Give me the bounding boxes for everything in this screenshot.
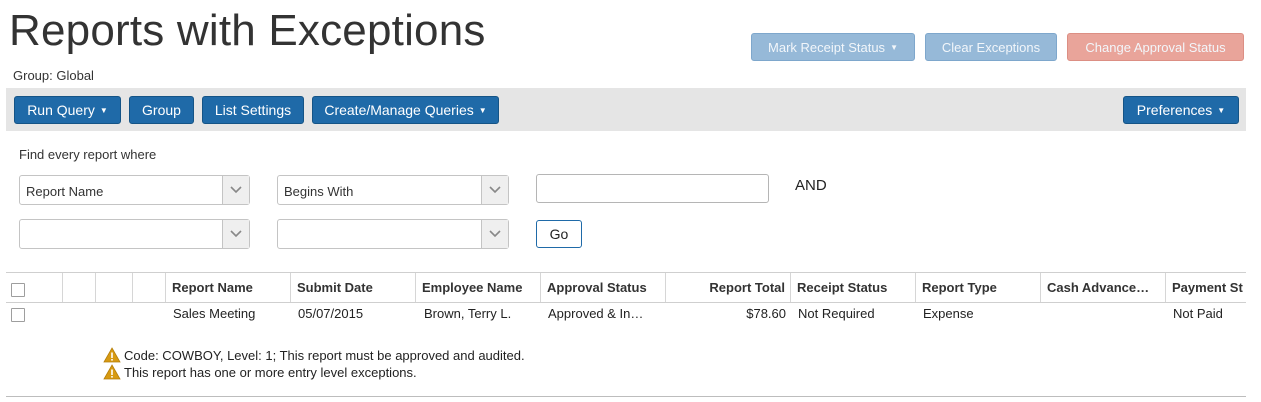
group-button-label: Group [142, 102, 181, 118]
caret-down-icon: ▼ [1217, 105, 1226, 115]
run-query-label: Run Query [27, 102, 95, 118]
change-approval-status-label: Change Approval Status [1085, 39, 1226, 55]
page-title: Reports with Exceptions [9, 6, 486, 55]
exception-item: This report has one or more entry level … [103, 364, 417, 380]
operator-select-2[interactable] [277, 219, 509, 249]
chevron-down-icon [481, 176, 508, 204]
column-divider [915, 273, 916, 302]
column-header-cash-advance[interactable]: Cash Advance… [1047, 280, 1149, 295]
chevron-down-icon [481, 220, 508, 248]
table-top-border [6, 272, 1246, 273]
exception-item: Code: COWBOY, Level: 1; This report must… [103, 347, 525, 363]
column-header-submit-date[interactable]: Submit Date [297, 280, 373, 295]
row-checkbox[interactable] [11, 308, 25, 322]
column-header-report-type[interactable]: Report Type [922, 280, 997, 295]
clear-exceptions-button[interactable]: Clear Exceptions [925, 33, 1057, 61]
preferences-button[interactable]: Preferences ▼ [1123, 96, 1239, 124]
column-divider [62, 273, 63, 302]
change-approval-status-button[interactable]: Change Approval Status [1067, 33, 1244, 61]
column-header-receipt-status[interactable]: Receipt Status [797, 280, 887, 295]
caret-down-icon: ▼ [99, 105, 108, 115]
toolbar: Run Query ▼ Group List Settings Create/M… [6, 88, 1246, 131]
column-header-approval-status[interactable]: Approval Status [547, 280, 647, 295]
column-divider [415, 273, 416, 302]
go-button[interactable]: Go [536, 220, 582, 248]
field-select-1[interactable]: Report Name [19, 175, 250, 205]
table-header-border [6, 302, 1246, 303]
exception-text: Code: COWBOY, Level: 1; This report must… [124, 347, 525, 363]
exception-text: This report has one or more entry level … [124, 364, 417, 380]
warning-triangle-icon [103, 364, 121, 380]
column-divider [132, 273, 133, 302]
table-bottom-border [6, 396, 1246, 397]
run-query-button[interactable]: Run Query ▼ [14, 96, 121, 124]
value-input-1[interactable] [536, 174, 769, 203]
cell-report-total: $78.60 [746, 306, 786, 321]
group-button[interactable]: Group [129, 96, 194, 124]
column-header-report-total[interactable]: Report Total [665, 280, 785, 295]
chevron-down-icon [222, 220, 249, 248]
preferences-label: Preferences [1136, 102, 1213, 118]
list-settings-button[interactable]: List Settings [202, 96, 304, 124]
warning-triangle-icon [103, 347, 121, 363]
field-select-1-value: Report Name [26, 184, 104, 199]
operator-select-1[interactable]: Begins With [277, 175, 509, 205]
column-header-employee-name[interactable]: Employee Name [422, 280, 522, 295]
list-settings-label: List Settings [214, 102, 292, 118]
cell-employee-name: Brown, Terry L. [424, 306, 512, 321]
column-divider [540, 273, 541, 302]
column-divider [165, 273, 166, 302]
column-divider [95, 273, 96, 302]
column-header-report-name[interactable]: Report Name [172, 280, 253, 295]
cell-payment-status: Not Paid [1173, 306, 1223, 321]
chevron-down-icon [222, 176, 249, 204]
column-divider [1040, 273, 1041, 302]
operator-select-1-value: Begins With [284, 184, 354, 199]
mark-receipt-status-label: Mark Receipt Status [768, 39, 886, 55]
column-divider [1165, 273, 1166, 302]
column-divider [290, 273, 291, 302]
create-manage-queries-button[interactable]: Create/Manage Queries ▼ [312, 96, 499, 124]
cell-receipt-status: Not Required [798, 306, 875, 321]
cell-report-name[interactable]: Sales Meeting [173, 306, 255, 321]
create-manage-queries-label: Create/Manage Queries [324, 102, 474, 118]
cell-approval-status: Approved & In… [548, 306, 644, 321]
caret-down-icon: ▼ [890, 42, 898, 52]
select-all-checkbox[interactable] [11, 283, 25, 297]
cell-report-type: Expense [923, 306, 974, 321]
cell-submit-date: 05/07/2015 [298, 306, 364, 321]
mark-receipt-status-button[interactable]: Mark Receipt Status ▼ [751, 33, 915, 61]
field-select-2[interactable] [19, 219, 250, 249]
column-divider [790, 273, 791, 302]
find-label: Find every report where [19, 147, 157, 162]
clear-exceptions-label: Clear Exceptions [941, 39, 1041, 55]
and-label: AND [795, 177, 827, 194]
group-label: Group: Global [13, 68, 94, 83]
column-header-payment-status[interactable]: Payment St [1172, 280, 1246, 295]
caret-down-icon: ▼ [478, 105, 487, 115]
